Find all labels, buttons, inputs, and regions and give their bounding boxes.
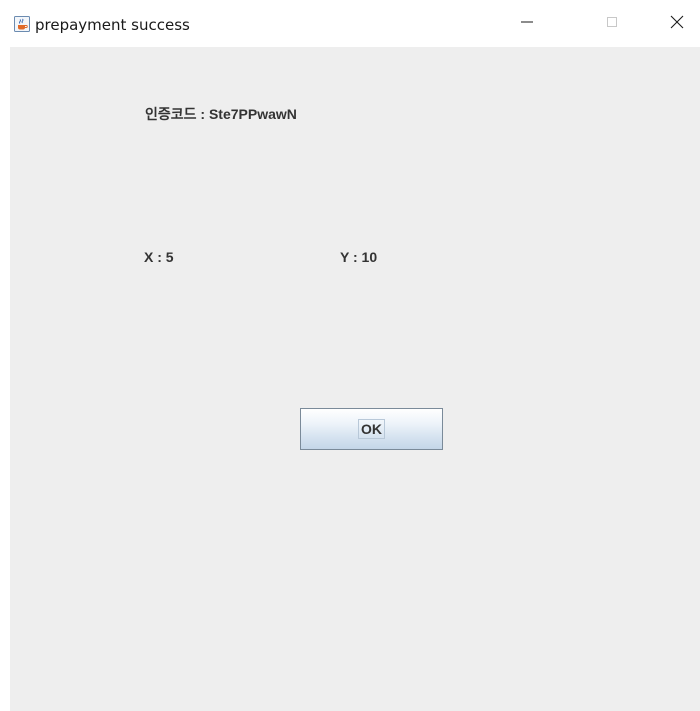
y-coordinate-label: Y : 10 <box>340 249 378 265</box>
x-coordinate-label: X : 5 <box>144 249 174 265</box>
maximize-icon <box>605 15 619 34</box>
auth-code-label: 인증코드 : Ste7PPwawN <box>145 106 297 122</box>
java-cup-icon <box>14 16 30 32</box>
title-bar[interactable]: prepayment success <box>0 0 700 47</box>
maximize-button[interactable] <box>589 6 635 42</box>
content-panel: 인증코드 : Ste7PPwawN X : 5 Y : 10 OK <box>10 47 700 711</box>
close-icon <box>669 14 685 35</box>
dialog-window: prepayment success 인증코드 : Ste7PPwawN X :… <box>0 0 700 711</box>
ok-button[interactable]: OK <box>300 408 443 450</box>
ok-button-label: OK <box>358 419 385 439</box>
close-button[interactable] <box>654 6 700 42</box>
minimize-icon <box>520 15 534 34</box>
window-title: prepayment success <box>35 16 190 34</box>
minimize-button[interactable] <box>504 6 550 42</box>
